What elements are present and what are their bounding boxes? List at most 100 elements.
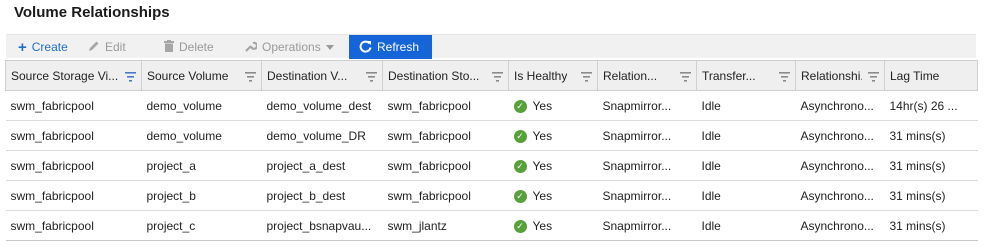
health-label: Yes: [532, 129, 553, 144]
table-cell-destination-volume: project_bsnapvau...: [261, 210, 383, 241]
check-circle-icon: ✓: [513, 219, 527, 233]
column-header-label: Lag Time: [890, 68, 940, 83]
health-status: ✓ Yes: [513, 129, 553, 144]
table-cell-destination-volume: project_b_dest: [261, 180, 383, 211]
health-label: Yes: [532, 99, 553, 114]
table-cell-destination-volume: demo_volume_DR: [261, 120, 383, 151]
table-cell-source-volume: demo_volume: [141, 90, 262, 121]
table-cell-relationship-type: Asynchrono...: [795, 150, 885, 181]
table-cell-source-storage-vm: swm_fabricpool: [5, 90, 142, 121]
column-header-label: Transfer...: [702, 68, 756, 83]
refresh-label: Refresh: [377, 40, 420, 54]
table-cell-source-volume: project_a: [141, 150, 262, 181]
table-cell-source-storage-vm: swm_fabricpool: [5, 150, 142, 181]
column-header-destination-volume[interactable]: Destination V...: [261, 60, 383, 91]
table-cell-relationship: Snapmirror...: [597, 120, 697, 151]
table-cell-destination-storage-vm: swm_fabricpool: [382, 120, 509, 151]
filter-icon[interactable]: [779, 71, 790, 85]
table-cell-source-volume: demo_volume: [141, 120, 262, 151]
table-cell-transfer: Idle: [696, 120, 796, 151]
table-row[interactable]: swm_fabricpool demo_volume demo_volume_des…: [5, 90, 978, 121]
table-cell-lag-time: 31 mins(s): [884, 210, 978, 241]
column-header-destination-storage-vm[interactable]: Destination Sto...: [382, 60, 509, 91]
check-circle-icon: ✓: [513, 129, 527, 143]
column-header-label: Destination V...: [267, 68, 348, 83]
check-circle-icon: ✓: [513, 159, 527, 173]
operations-label: Operations: [262, 40, 321, 54]
column-header-transfer[interactable]: Transfer...: [696, 60, 796, 91]
table-row[interactable]: swm_fabricpool project_a project_a_dest swm…: [5, 150, 978, 181]
table-cell-relationship-type: Asynchrono...: [795, 210, 885, 241]
table-cell-destination-storage-vm: swm_fabricpool: [382, 180, 509, 211]
filter-icon[interactable]: [125, 71, 136, 85]
table-cell-is-healthy: ✓ Yes: [508, 210, 598, 241]
column-header-label: Relationshi...: [801, 68, 862, 83]
table-cell-destination-storage-vm: swm_fabricpool: [382, 90, 509, 121]
volume-relationships-table: Source Storage Vi... Source Volume Destina…: [5, 60, 978, 241]
table-cell-relationship: Snapmirror...: [597, 90, 697, 121]
column-header-label: Is Healthy: [514, 68, 568, 83]
column-header-label: Source Volume: [147, 68, 229, 83]
health-label: Yes: [532, 189, 553, 204]
table-body: swm_fabricpool demo_volume demo_volume_des…: [5, 90, 978, 241]
health-label: Yes: [532, 159, 553, 174]
table-cell-lag-time: 31 mins(s): [884, 180, 978, 211]
table-cell-relationship: Snapmirror...: [597, 210, 697, 241]
table-row[interactable]: swm_fabricpool project_b project_b_dest swm…: [5, 180, 978, 211]
table-cell-transfer: Idle: [696, 90, 796, 121]
column-header-relationship[interactable]: Relation...: [597, 60, 697, 91]
table-cell-is-healthy: ✓ Yes: [508, 120, 598, 151]
health-status: ✓ Yes: [513, 99, 553, 114]
filter-icon[interactable]: [868, 71, 879, 85]
table-cell-is-healthy: ✓ Yes: [508, 90, 598, 121]
create-button[interactable]: + Create: [18, 35, 68, 59]
refresh-icon: [359, 40, 372, 55]
column-header-source-storage-vm[interactable]: Source Storage Vi...: [5, 60, 142, 91]
filter-icon[interactable]: [245, 71, 256, 85]
table-cell-destination-storage-vm: swm_fabricpool: [382, 150, 509, 181]
table-cell-destination-volume: project_a_dest: [261, 150, 383, 181]
table-cell-destination-storage-vm: swm_jlantz: [382, 210, 509, 241]
refresh-button[interactable]: Refresh: [349, 35, 432, 59]
edit-button[interactable]: Edit: [88, 35, 126, 59]
page-title: Volume Relationships: [14, 4, 170, 21]
table-cell-lag-time: 31 mins(s): [884, 120, 978, 151]
table-cell-transfer: Idle: [696, 180, 796, 211]
table-cell-source-storage-vm: swm_fabricpool: [5, 120, 142, 151]
toolbar: + Create Edit Delete Operations Refresh: [6, 34, 976, 59]
table-cell-lag-time: 14hr(s) 26 ...: [884, 90, 978, 121]
delete-button[interactable]: Delete: [164, 35, 214, 59]
table-cell-relationship-type: Asynchrono...: [795, 180, 885, 211]
table-header-row: Source Storage Vi... Source Volume Destina…: [5, 60, 978, 91]
table-cell-source-volume: project_b: [141, 180, 262, 211]
filter-icon[interactable]: [581, 71, 592, 85]
plus-icon: +: [18, 38, 27, 56]
create-label: Create: [31, 40, 68, 54]
table-cell-destination-volume: demo_volume_dest: [261, 90, 383, 121]
pencil-icon: [88, 40, 100, 54]
delete-label: Delete: [179, 40, 214, 54]
column-header-is-healthy[interactable]: Is Healthy: [508, 60, 598, 91]
column-header-relationship-type[interactable]: Relationshi...: [795, 60, 885, 91]
filter-icon[interactable]: [366, 71, 377, 85]
table-cell-relationship-type: Asynchrono...: [795, 90, 885, 121]
health-label: Yes: [532, 219, 553, 234]
check-circle-icon: ✓: [513, 189, 527, 203]
column-header-lag-time[interactable]: Lag Time: [884, 60, 978, 91]
wrench-icon: [244, 40, 259, 55]
operations-menu-button[interactable]: Operations: [244, 35, 334, 59]
filter-icon[interactable]: [492, 71, 503, 85]
column-header-source-volume[interactable]: Source Volume: [141, 60, 262, 91]
table-cell-transfer: Idle: [696, 210, 796, 241]
health-status: ✓ Yes: [513, 219, 553, 234]
filter-icon[interactable]: [680, 71, 691, 85]
table-cell-source-storage-vm: swm_fabricpool: [5, 210, 142, 241]
table-cell-source-storage-vm: swm_fabricpool: [5, 180, 142, 211]
table-cell-is-healthy: ✓ Yes: [508, 150, 598, 181]
table-row[interactable]: swm_fabricpool demo_volume demo_volume_DR s…: [5, 120, 978, 151]
table-cell-lag-time: 31 mins(s): [884, 150, 978, 181]
health-status: ✓ Yes: [513, 159, 553, 174]
table-row[interactable]: swm_fabricpool project_c project_bsnapvau.…: [5, 210, 978, 241]
health-status: ✓ Yes: [513, 189, 553, 204]
table-cell-relationship: Snapmirror...: [597, 180, 697, 211]
